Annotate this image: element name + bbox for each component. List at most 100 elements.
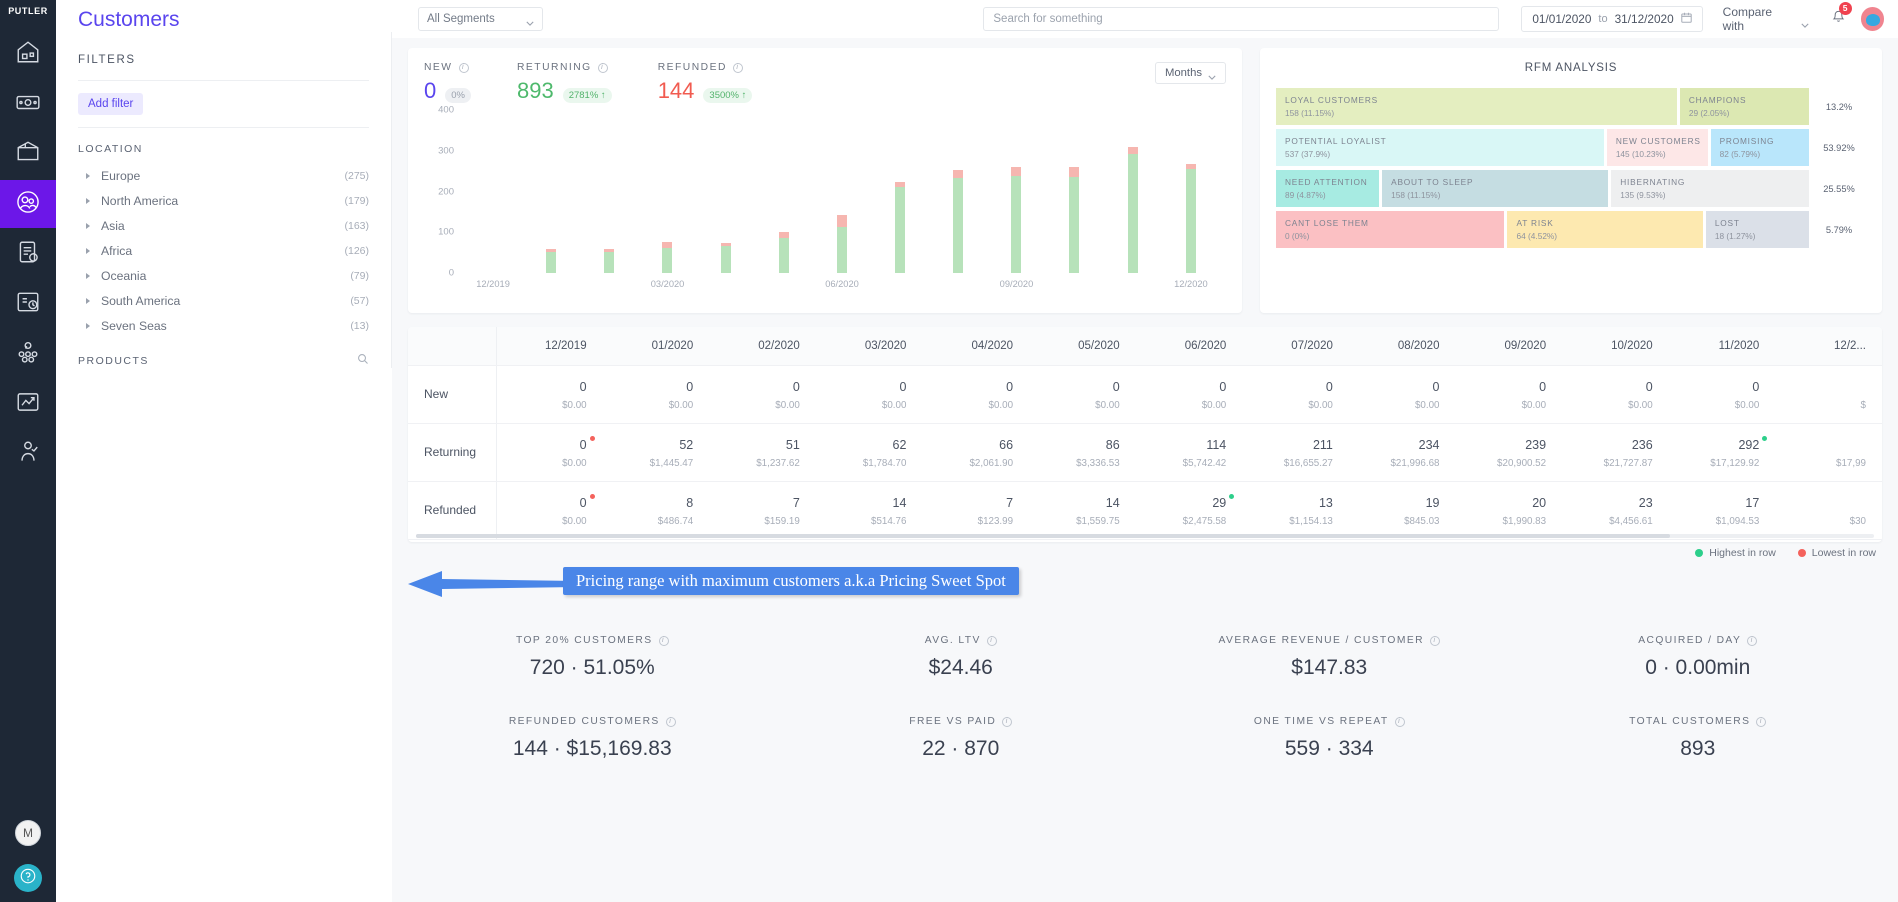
top-cards-row: NEW i 0 0% RETURNING i 893 2781% ↑ REFUN… bbox=[408, 48, 1882, 313]
products-icon bbox=[15, 139, 41, 170]
kpi-label-row: TOTAL CUSTOMERS i bbox=[1514, 716, 1883, 727]
search-icon[interactable] bbox=[357, 353, 369, 368]
horizontal-scrollbar[interactable] bbox=[416, 534, 1874, 538]
bar-column[interactable] bbox=[546, 110, 557, 273]
search-box[interactable] bbox=[983, 7, 1500, 31]
bar-column[interactable] bbox=[778, 110, 789, 273]
rfm-segment-label: LOYAL CUSTOMERS bbox=[1285, 95, 1378, 105]
table-column-header: 04/2020 bbox=[922, 327, 1030, 366]
kpi-label-row: ACQUIRED / DAY i bbox=[1514, 635, 1883, 646]
info-icon[interactable]: i bbox=[1002, 716, 1013, 727]
info-icon[interactable]: i bbox=[458, 62, 469, 73]
info-icon[interactable]: i bbox=[1747, 635, 1758, 646]
insights-icon bbox=[15, 389, 41, 420]
rfm-segment[interactable]: NEW CUSTOMERS 145 (10.23%) bbox=[1606, 129, 1708, 166]
info-icon[interactable]: i bbox=[597, 62, 608, 73]
list-item[interactable]: Asia (163) bbox=[78, 213, 369, 238]
rfm-segment[interactable]: AT RISK 64 (4.52%) bbox=[1507, 211, 1703, 248]
rfm-segment[interactable]: ABOUT TO SLEEP 158 (11.15%) bbox=[1382, 170, 1609, 207]
sidebar-item-insights[interactable] bbox=[0, 380, 56, 428]
search-input[interactable] bbox=[993, 13, 1490, 25]
rfm-segment[interactable]: HIBERNATING 135 (9.53%) bbox=[1611, 170, 1809, 207]
list-item[interactable]: Seven Seas (13) bbox=[78, 313, 369, 338]
filter-label: Africa bbox=[101, 243, 133, 258]
list-item[interactable]: Oceania (79) bbox=[78, 263, 369, 288]
add-filter-button[interactable]: Add filter bbox=[78, 93, 144, 115]
scrollbar-thumb[interactable] bbox=[416, 534, 1670, 538]
table-cell: 7 $159.19 bbox=[709, 481, 816, 540]
sidebar-item-subscriptions[interactable] bbox=[0, 280, 56, 328]
sidebar-item-customers[interactable] bbox=[0, 180, 56, 228]
rfm-segment[interactable]: LOYAL CUSTOMERS 158 (11.15%) bbox=[1276, 88, 1677, 125]
sidebar-item-audience[interactable] bbox=[0, 330, 56, 378]
list-item[interactable]: North America (179) bbox=[78, 188, 369, 213]
rfm-segment[interactable]: POTENTIAL LOYALIST 537 (37.9%) bbox=[1276, 129, 1604, 166]
metrics-group: NEW i 0 0% RETURNING i 893 2781% ↑ REFUN… bbox=[424, 62, 1226, 104]
sidebar-item-sales[interactable] bbox=[0, 80, 56, 128]
sidebar-item-transactions[interactable] bbox=[0, 230, 56, 278]
info-icon[interactable]: i bbox=[732, 62, 743, 73]
table-column-header: 12/2... bbox=[1775, 327, 1882, 366]
rfm-segment[interactable]: LOST 18 (1.27%) bbox=[1705, 211, 1809, 248]
bar-column[interactable] bbox=[1011, 110, 1022, 273]
bar-column[interactable] bbox=[953, 110, 964, 273]
info-icon[interactable]: i bbox=[1394, 716, 1405, 727]
metric-delta: 3500% ↑ bbox=[703, 88, 753, 103]
chevron-down-icon bbox=[1800, 17, 1809, 28]
segment-select[interactable]: All Segments bbox=[418, 7, 544, 31]
bar-column[interactable] bbox=[488, 110, 498, 273]
rfm-row: CANT LOSE THEM 0 (0%) AT RISK 64 (4.52%) LOS… bbox=[1276, 211, 1866, 248]
date-range-picker[interactable]: 01/01/2020 to 31/12/2020 bbox=[1521, 6, 1703, 32]
list-item[interactable]: Africa (126) bbox=[78, 238, 369, 263]
highest-in-row-dot bbox=[1762, 435, 1768, 441]
cell-amount: $1,990.83 bbox=[1502, 515, 1547, 527]
metric-value-row: 144 3500% ↑ bbox=[658, 78, 753, 104]
rfm-segment-value: 64 (4.52%) bbox=[1516, 231, 1558, 241]
bar-segment-returning bbox=[1069, 176, 1080, 273]
location-section-title: LOCATION bbox=[78, 128, 369, 163]
help-button[interactable] bbox=[14, 864, 42, 892]
bar-column[interactable] bbox=[662, 110, 673, 273]
rfm-segment[interactable]: CANT LOSE THEM 0 (0%) bbox=[1276, 211, 1505, 248]
bar-column[interactable] bbox=[1127, 110, 1138, 273]
info-icon[interactable]: i bbox=[665, 716, 676, 727]
bar-column[interactable] bbox=[604, 110, 615, 273]
table-cell: 236 $21,727.87 bbox=[1562, 423, 1669, 482]
sidebar-item-home[interactable] bbox=[0, 30, 56, 78]
granularity-dropdown[interactable]: Months bbox=[1154, 62, 1226, 84]
x-axis-tick: 12/2019 bbox=[476, 279, 510, 289]
list-item[interactable]: South America (57) bbox=[78, 288, 369, 313]
rfm-segment[interactable]: PROMISING 82 (5.79%) bbox=[1710, 129, 1809, 166]
table-cell: 20 $1,990.83 bbox=[1455, 481, 1563, 540]
cell-count: 0 bbox=[1752, 379, 1760, 394]
table-cell: 239 $20,900.52 bbox=[1455, 423, 1563, 482]
kpi-value: 0 · 0.00min bbox=[1645, 656, 1751, 679]
metric-label: RETURNING i bbox=[517, 62, 612, 73]
bar-column[interactable] bbox=[1185, 110, 1196, 273]
rfm-segment[interactable]: CHAMPIONS 29 (2.05%) bbox=[1679, 88, 1809, 125]
sidebar-item-products[interactable] bbox=[0, 130, 56, 178]
user-avatar[interactable] bbox=[1860, 7, 1884, 31]
info-icon[interactable]: i bbox=[658, 635, 669, 646]
user-avatar-small[interactable]: M bbox=[15, 820, 41, 846]
bar-column[interactable] bbox=[836, 110, 847, 273]
cell-amount: $0.00 bbox=[562, 515, 587, 527]
table-column-header: 05/2020 bbox=[1029, 327, 1136, 366]
info-icon[interactable]: i bbox=[1429, 635, 1440, 646]
rfm-segment[interactable]: NEED ATTENTION 89 (4.87%) bbox=[1276, 170, 1380, 207]
cell-amount: $1,559.75 bbox=[1076, 515, 1120, 527]
info-icon[interactable]: i bbox=[1756, 716, 1767, 727]
home-icon bbox=[15, 39, 41, 70]
bar-column[interactable] bbox=[895, 110, 906, 273]
info-icon[interactable]: i bbox=[986, 635, 997, 646]
kpi-label: ONE TIME VS REPEAT bbox=[1253, 716, 1389, 727]
bar-column[interactable] bbox=[1069, 110, 1080, 273]
kpi-label: FREE VS PAID bbox=[909, 716, 997, 727]
sidebar-item-team[interactable] bbox=[0, 430, 56, 478]
notifications-button[interactable]: 5 bbox=[1831, 1, 1852, 30]
legend-dot bbox=[1695, 549, 1704, 557]
compare-with-dropdown[interactable]: Compare with bbox=[1723, 5, 1809, 33]
bar-column[interactable] bbox=[720, 110, 731, 273]
app-root: PUTLER M Customers FILTERS Add filter LO… bbox=[0, 0, 1898, 902]
list-item[interactable]: Europe (275) bbox=[78, 163, 369, 188]
